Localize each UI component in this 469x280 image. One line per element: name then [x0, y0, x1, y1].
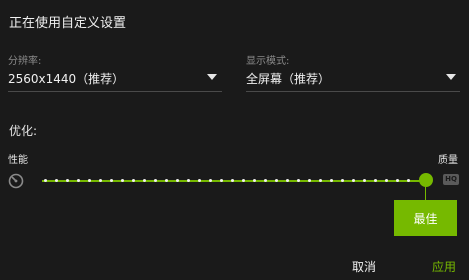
- gauge-icon: [8, 173, 24, 189]
- slider-tick: [220, 179, 223, 182]
- slider-tick: [143, 179, 146, 182]
- slider-tick: [176, 179, 179, 182]
- slider-tick: [66, 179, 69, 182]
- chevron-down-icon: [446, 74, 456, 80]
- slider-ticks: [42, 177, 426, 185]
- slider-tick: [341, 179, 344, 182]
- slider-tick: [319, 179, 322, 182]
- resolution-underline: [8, 91, 222, 92]
- slider-tick: [209, 179, 212, 182]
- display-mode-label: 显示模式:: [246, 56, 290, 67]
- slider-tick: [374, 179, 377, 182]
- slider-tick: [55, 179, 58, 182]
- chevron-down-icon: [207, 74, 217, 80]
- cancel-button[interactable]: 取消: [352, 258, 376, 275]
- slider-tick: [352, 179, 355, 182]
- slider-tick: [242, 179, 245, 182]
- slider-tick: [308, 179, 311, 182]
- resolution-label: 分辨率:: [8, 56, 42, 67]
- slider-tick: [121, 179, 124, 182]
- slider-tick: [77, 179, 80, 182]
- slider-tick: [264, 179, 267, 182]
- slider-tick: [385, 179, 388, 182]
- slider-tick: [187, 179, 190, 182]
- slider-thumb-stem: [425, 187, 426, 201]
- resolution-value: 2560x1440（推荐）: [8, 72, 125, 86]
- apply-button[interactable]: 应用: [432, 258, 456, 275]
- slider-tick: [165, 179, 168, 182]
- slider-tick: [275, 179, 278, 182]
- slider-tick: [363, 179, 366, 182]
- slider-tick: [253, 179, 256, 182]
- slider-tick: [330, 179, 333, 182]
- optimize-label: 优化:: [9, 124, 38, 138]
- slider-tick: [286, 179, 289, 182]
- display-mode-value: 全屏幕（推荐）: [246, 72, 331, 86]
- slider-tick: [154, 179, 157, 182]
- slider-tick: [396, 179, 399, 182]
- slider-tick: [132, 179, 135, 182]
- dialog-title: 正在使用自定义设置: [9, 16, 127, 31]
- slider-tick: [44, 179, 47, 182]
- slider-tick: [99, 179, 102, 182]
- performance-label: 性能: [8, 155, 28, 166]
- slider-tick: [88, 179, 91, 182]
- slider-thumb[interactable]: [419, 173, 433, 187]
- hq-icon: HQ: [443, 174, 459, 185]
- slider-tick: [297, 179, 300, 182]
- slider-tick: [198, 179, 201, 182]
- quality-label: 质量: [438, 155, 458, 166]
- display-mode-underline: [246, 91, 460, 92]
- slider-tick: [231, 179, 234, 182]
- slider-value-tooltip: 最佳: [394, 200, 457, 236]
- slider-tick: [407, 179, 410, 182]
- slider-tick: [110, 179, 113, 182]
